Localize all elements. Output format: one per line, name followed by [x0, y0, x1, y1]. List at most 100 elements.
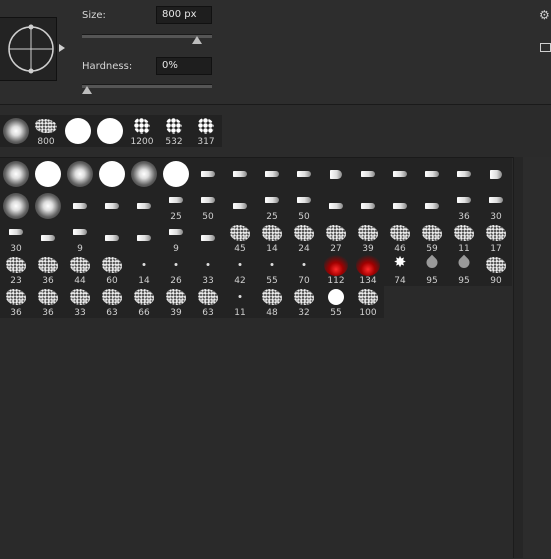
brush-preset-68[interactable]: 66	[128, 286, 160, 318]
brush-angle-roundness-preview-icon[interactable]	[0, 17, 57, 81]
recent-brush-4[interactable]: 1200	[126, 115, 158, 147]
brush-preset-6[interactable]	[192, 158, 224, 190]
brush-preset-42[interactable]: 27	[320, 222, 352, 254]
brush-preset-23[interactable]	[224, 190, 256, 222]
brush-preset-15[interactable]	[480, 158, 512, 190]
brush-preset-17[interactable]	[32, 190, 64, 222]
brush-preset-72[interactable]: 48	[256, 286, 288, 318]
brush-preset-33[interactable]	[32, 222, 64, 254]
brush-preset-31[interactable]: 30	[480, 190, 512, 222]
panel-menu-icon[interactable]	[540, 43, 551, 52]
brush-preset-45[interactable]: 59	[416, 222, 448, 254]
brush-preset-34[interactable]: 9	[64, 222, 96, 254]
brush-preset-1[interactable]	[32, 158, 64, 190]
soft-round-brush-icon	[35, 193, 61, 219]
hardness-field[interactable]: 0%	[156, 57, 212, 75]
spatter-brush-icon	[454, 225, 474, 241]
recent-brush-0[interactable]	[0, 115, 32, 147]
brush-preset-41[interactable]: 24	[288, 222, 320, 254]
brush-preset-53[interactable]: 26	[160, 254, 192, 286]
hardness-slider-track[interactable]	[82, 84, 212, 88]
brush-preset-61[interactable]: 95	[416, 254, 448, 286]
brush-preset-62[interactable]: 95	[448, 254, 480, 286]
brush-preset-26[interactable]	[320, 190, 352, 222]
size-field[interactable]: 800 px	[156, 6, 212, 24]
brush-preset-18[interactable]	[64, 190, 96, 222]
gear-icon[interactable]: ⚙	[539, 9, 550, 21]
brush-preset-55[interactable]: 42	[224, 254, 256, 286]
brush-preset-51[interactable]: 60	[96, 254, 128, 286]
brush-preset-16[interactable]	[0, 190, 32, 222]
brush-preset-64[interactable]: 36	[0, 286, 32, 318]
fan-brush-icon	[490, 170, 502, 179]
brush-preset-38[interactable]	[192, 222, 224, 254]
brush-preset-43[interactable]: 39	[352, 222, 384, 254]
brush-preset-50[interactable]: 44	[64, 254, 96, 286]
brush-preset-11[interactable]	[352, 158, 384, 190]
brush-preset-20[interactable]	[128, 190, 160, 222]
soft-round-brush-icon	[67, 161, 93, 187]
recent-brush-1[interactable]: 800	[30, 115, 62, 147]
brush-preset-27[interactable]	[352, 190, 384, 222]
brush-preset-54[interactable]: 33	[192, 254, 224, 286]
brush-preset-9[interactable]	[288, 158, 320, 190]
brush-preset-39[interactable]: 45	[224, 222, 256, 254]
brush-preset-37[interactable]: 9	[160, 222, 192, 254]
brush-preset-36[interactable]	[128, 222, 160, 254]
brush-tip-icon	[329, 203, 343, 209]
brush-preset-60[interactable]: ✸ 74	[384, 254, 416, 286]
brush-preset-74[interactable]: 55	[320, 286, 352, 318]
brush-preset-5[interactable]	[160, 158, 192, 190]
brush-preset-14[interactable]	[448, 158, 480, 190]
brush-preset-25[interactable]: 50	[288, 190, 320, 222]
brush-preset-48[interactable]: 23	[0, 254, 32, 286]
brush-preset-66[interactable]: 33	[64, 286, 96, 318]
brush-preset-10[interactable]	[320, 158, 352, 190]
brush-preset-30[interactable]: 36	[448, 190, 480, 222]
brush-preset-12[interactable]	[384, 158, 416, 190]
brush-preset-46[interactable]: 11	[448, 222, 480, 254]
brush-preset-73[interactable]: 32	[288, 286, 320, 318]
brush-preset-57[interactable]: 70	[288, 254, 320, 286]
brush-preset-4[interactable]	[128, 158, 160, 190]
brush-preset-7[interactable]	[224, 158, 256, 190]
brush-preset-3[interactable]	[96, 158, 128, 190]
flyout-arrow-icon[interactable]	[59, 44, 65, 52]
recent-brush-2[interactable]	[62, 115, 94, 147]
brush-preset-58[interactable]: 112	[320, 254, 352, 286]
brush-preset-71[interactable]: 11	[224, 286, 256, 318]
brush-preset-29[interactable]	[416, 190, 448, 222]
brush-preset-19[interactable]	[96, 190, 128, 222]
brush-preset-63[interactable]: 90	[480, 254, 512, 286]
brush-preset-47[interactable]: 17	[480, 222, 512, 254]
brush-preset-24[interactable]: 25	[256, 190, 288, 222]
brush-preset-65[interactable]: 36	[32, 286, 64, 318]
brush-preset-69[interactable]: 39	[160, 286, 192, 318]
brush-preset-2[interactable]	[64, 158, 96, 190]
brush-preset-70[interactable]: 63	[192, 286, 224, 318]
brush-preset-75[interactable]: 100	[352, 286, 384, 318]
recent-brush-5[interactable]: 532	[158, 115, 190, 147]
brush-preset-35[interactable]	[96, 222, 128, 254]
brush-preset-40[interactable]: 14	[256, 222, 288, 254]
brush-preset-22[interactable]: 50	[192, 190, 224, 222]
brush-size-label: 66	[138, 308, 150, 318]
brush-preset-13[interactable]	[416, 158, 448, 190]
brush-preset-28[interactable]	[384, 190, 416, 222]
brush-preset-56[interactable]: 55	[256, 254, 288, 286]
hardness-slider-thumb[interactable]	[82, 86, 92, 94]
recent-brush-6[interactable]: 317	[190, 115, 222, 147]
brush-size-label: 63	[202, 308, 214, 318]
brush-preset-0[interactable]	[0, 158, 32, 190]
size-slider-thumb[interactable]	[192, 36, 203, 44]
brush-size-label: 23	[10, 276, 22, 286]
brush-preset-49[interactable]: 36	[32, 254, 64, 286]
brush-preset-32[interactable]: 30	[0, 222, 32, 254]
brush-preset-67[interactable]: 63	[96, 286, 128, 318]
brush-preset-52[interactable]: 14	[128, 254, 160, 286]
recent-brush-3[interactable]	[94, 115, 126, 147]
brush-preset-44[interactable]: 46	[384, 222, 416, 254]
brush-preset-59[interactable]: 134	[352, 254, 384, 286]
brush-preset-8[interactable]	[256, 158, 288, 190]
brush-preset-21[interactable]: 25	[160, 190, 192, 222]
